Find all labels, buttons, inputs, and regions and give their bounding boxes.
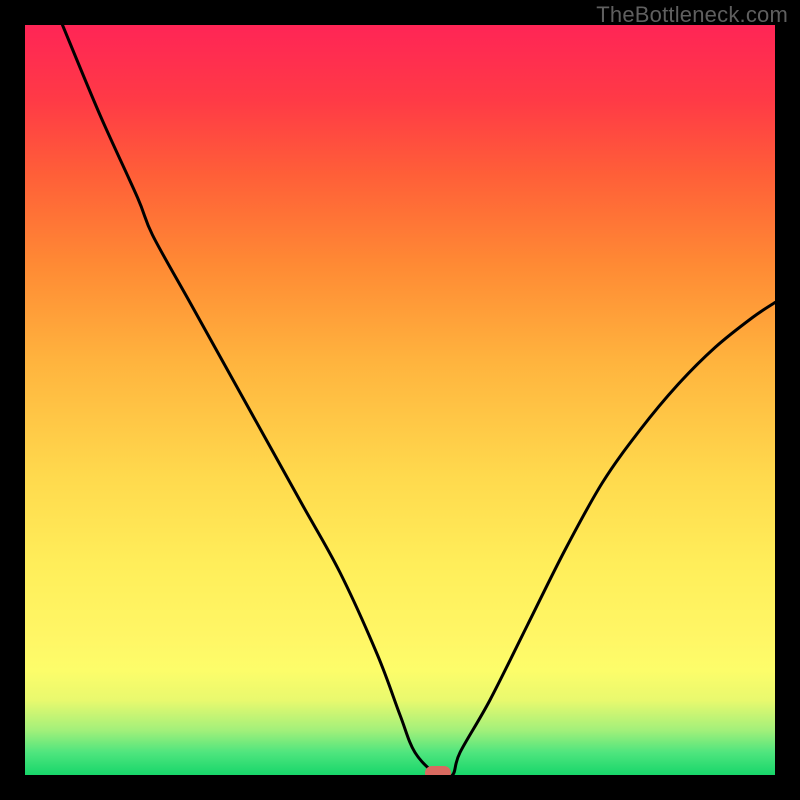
min-marker [425,766,451,775]
bottleneck-curve [25,25,775,775]
watermark-text: TheBottleneck.com [596,2,788,28]
chart-frame: TheBottleneck.com [0,0,800,800]
plot-area [25,25,775,775]
